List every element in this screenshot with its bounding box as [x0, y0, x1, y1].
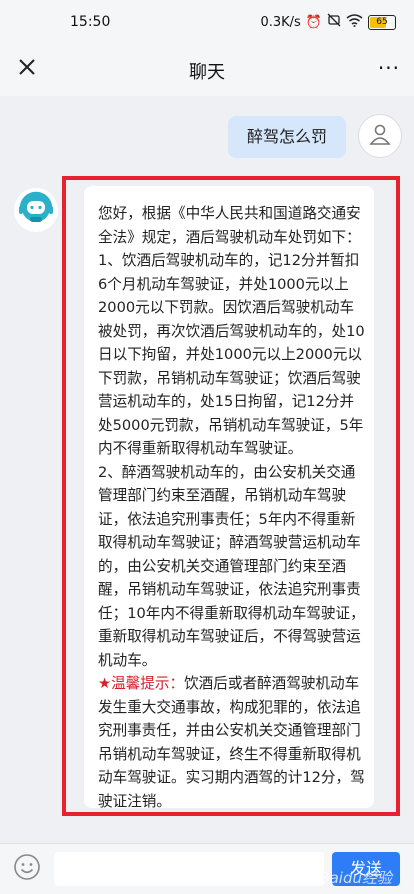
- wifi-icon: [346, 13, 363, 31]
- silent-icon: [327, 13, 341, 31]
- tip-text: 饮酒后或者醉酒驾驶机动车发生重大交通事故，构成犯罪的，依法追究刑事责任，并由公安…: [98, 675, 365, 810]
- status-bar: 15:50 0.3K/s ⏰ 65: [0, 0, 414, 44]
- chat-area[interactable]: 醉驾怎么罚 您好，根据《中华人民共和国道路交通安全法》规定，酒后驾驶机动车处罚如…: [0, 96, 414, 844]
- message-input[interactable]: [54, 852, 324, 886]
- bot-intro-text: 您好，根据《中华人民共和国道路交通安全法》规定，酒后驾驶机动车处罚如下：: [98, 205, 361, 246]
- bot-item-2: 2、醉酒驾驶机动车的，由公安机关交通管理部门约束至酒醒，吊销机动车驾驶证，依法追…: [98, 463, 365, 669]
- input-bar: 发送 Baidu经验: [0, 843, 414, 894]
- status-icons: 0.3K/s ⏰ 65: [260, 13, 396, 31]
- bot-tip: ★温馨提示：饮酒后或者醉酒驾驶机动车发生重大交通事故，构成犯罪的，依法追究刑事责…: [98, 672, 368, 813]
- more-options-button[interactable]: ···: [378, 56, 400, 80]
- page-title: 聊天: [189, 62, 225, 83]
- bot-avatar[interactable]: [14, 188, 58, 232]
- emoji-icon: [13, 853, 41, 885]
- battery-icon: 65: [368, 14, 396, 30]
- user-avatar[interactable]: [358, 114, 402, 158]
- bot-item-1: 1、饮酒后驾驶机动车的，记12分并暂扣6个月机动车驾驶证，并处1000元以上20…: [98, 252, 365, 457]
- alarm-icon: ⏰: [305, 14, 322, 30]
- robot-icon: [16, 188, 56, 232]
- network-speed: 0.3K/s: [260, 14, 301, 30]
- emoji-button[interactable]: [10, 852, 44, 886]
- app-header: 聊天 ···: [0, 44, 414, 96]
- highlight-frame: 您好，根据《中华人民共和国道路交通安全法》规定，酒后驾驶机动车处罚如下： 1、饮…: [62, 176, 400, 816]
- status-time: 15:50: [70, 14, 111, 30]
- user-icon: [368, 122, 392, 150]
- battery-level: 65: [376, 16, 388, 27]
- watermark: Baidu经验: [319, 869, 392, 887]
- user-message-bubble: 醉驾怎么罚: [228, 116, 346, 158]
- bot-message-bubble: 您好，根据《中华人民共和国道路交通安全法》规定，酒后驾驶机动车处罚如下： 1、饮…: [84, 186, 374, 810]
- tip-label: ★温馨提示：: [98, 675, 185, 692]
